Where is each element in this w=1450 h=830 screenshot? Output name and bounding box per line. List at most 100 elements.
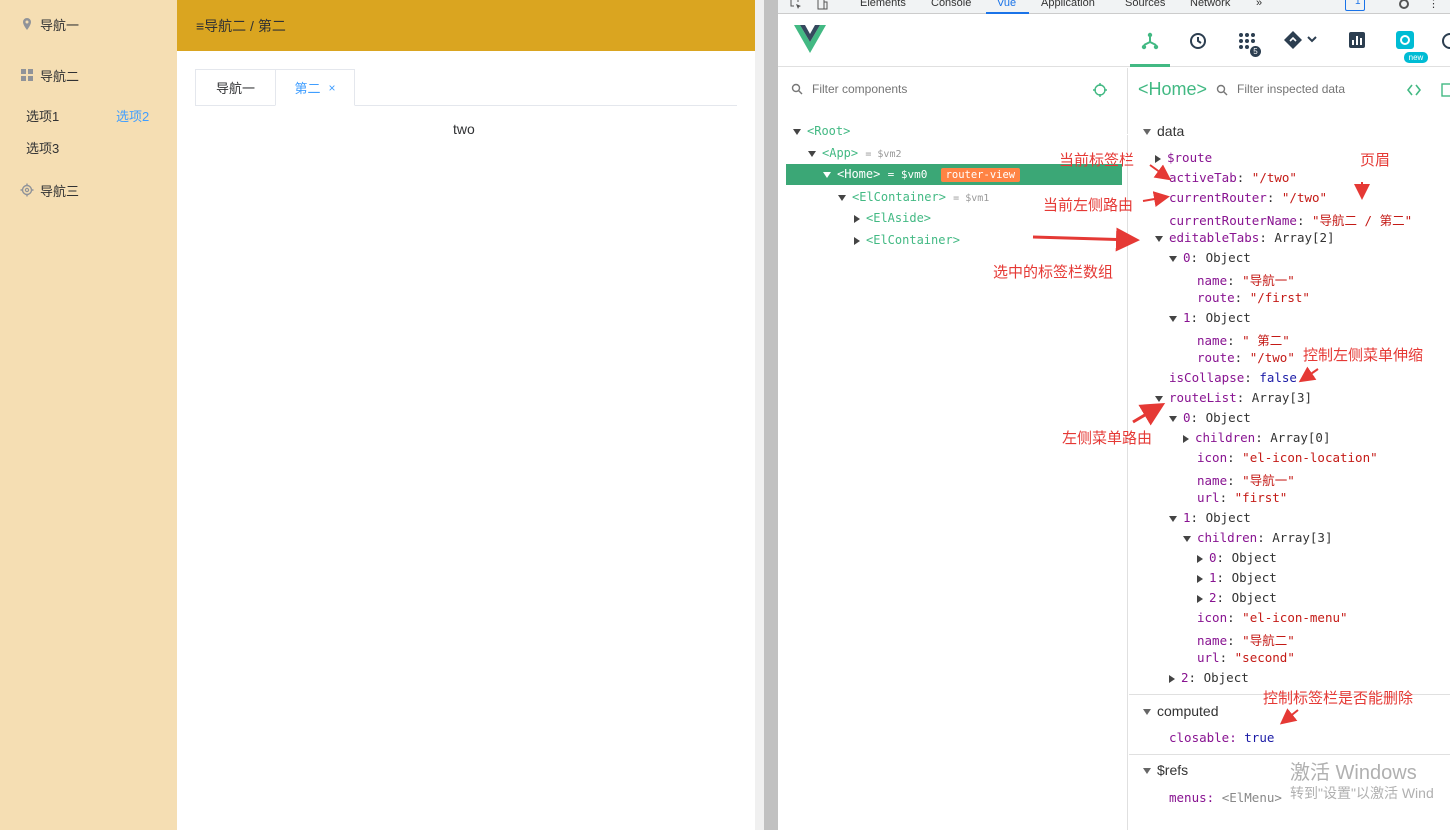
settings-icon[interactable] bbox=[1395, 30, 1415, 50]
property-value: "导航一" bbox=[1242, 273, 1295, 288]
devtools-tab-application[interactable]: Application bbox=[1041, 0, 1095, 9]
data-row[interactable]: 1: Object bbox=[1169, 510, 1251, 525]
submenu-option3[interactable]: 选项3 bbox=[26, 138, 59, 157]
filter-components-input[interactable] bbox=[812, 80, 1072, 98]
devtools-tab-elements[interactable]: Elements bbox=[860, 0, 906, 9]
data-row[interactable]: isCollapse: false bbox=[1169, 370, 1297, 385]
collapsed-caret-icon[interactable] bbox=[1197, 594, 1203, 603]
data-row[interactable]: routeList: Array[3] bbox=[1155, 390, 1312, 405]
submenu-option1[interactable]: 选项1 bbox=[26, 106, 59, 125]
header-breadcrumb[interactable]: ≡导航二 / 第二 bbox=[196, 16, 286, 36]
device-icon[interactable] bbox=[816, 0, 828, 10]
data-row[interactable]: currentRouterName: "导航二 / 第二" bbox=[1169, 210, 1412, 229]
data-row[interactable]: name: "导航一" bbox=[1197, 270, 1295, 289]
expanded-caret-icon[interactable] bbox=[1169, 315, 1177, 322]
section-refs[interactable]: $refs bbox=[1143, 762, 1188, 778]
data-row[interactable]: 1: Object bbox=[1169, 310, 1251, 325]
data-row[interactable]: menus: <ElMenu> bbox=[1169, 790, 1282, 805]
data-row[interactable]: icon: "el-icon-menu" bbox=[1197, 610, 1348, 625]
property-key: name bbox=[1197, 633, 1228, 648]
data-row[interactable]: url: "first" bbox=[1197, 490, 1287, 505]
sidebar-item-nav2[interactable]: 导航二 bbox=[20, 63, 79, 87]
data-row[interactable]: children: Array[3] bbox=[1183, 530, 1333, 545]
scrollbar[interactable] bbox=[764, 0, 778, 830]
tree-node-elaside[interactable]: <ElAside> bbox=[854, 211, 931, 225]
data-row[interactable]: 0: Object bbox=[1197, 550, 1277, 565]
expanded-caret-icon[interactable] bbox=[1155, 235, 1163, 242]
property-key: route bbox=[1197, 350, 1235, 365]
expanded-caret-icon[interactable] bbox=[1169, 255, 1177, 262]
collapsed-caret-icon[interactable] bbox=[1183, 434, 1189, 443]
separator: : bbox=[1259, 230, 1275, 245]
collapsed-caret-icon[interactable] bbox=[1155, 154, 1161, 163]
tree-node-ref: = $vm1 bbox=[953, 193, 990, 204]
routing-icon[interactable] bbox=[1283, 30, 1319, 50]
sidebar-item-nav3[interactable]: 导航三 bbox=[20, 178, 79, 202]
annotation-editable-tabs: 选中的标签栏数组 bbox=[993, 264, 1114, 281]
data-row[interactable]: route: "/two" bbox=[1197, 350, 1295, 365]
data-row[interactable]: 0: Object bbox=[1169, 250, 1251, 265]
sidebar-item-nav1[interactable]: 导航一 bbox=[20, 12, 79, 36]
tree-node-app[interactable]: <App> = $vm2 bbox=[808, 146, 901, 160]
data-row[interactable]: activeTab: "/two" bbox=[1169, 170, 1297, 185]
property-value: "/two" bbox=[1249, 350, 1295, 365]
data-row[interactable]: url: "second" bbox=[1197, 650, 1295, 665]
data-row[interactable]: $route bbox=[1155, 150, 1212, 165]
data-row[interactable]: currentRouter: "/two" bbox=[1169, 190, 1327, 205]
tab-second[interactable]: 第二 × bbox=[275, 69, 355, 106]
data-row[interactable]: closable: true bbox=[1169, 730, 1274, 745]
select-target-icon[interactable] bbox=[1093, 83, 1107, 97]
data-row[interactable]: 0: Object bbox=[1169, 410, 1251, 425]
expanded-caret-icon[interactable] bbox=[1183, 535, 1191, 542]
property-key: url bbox=[1197, 490, 1220, 505]
code-icon[interactable] bbox=[1407, 84, 1421, 96]
tree-node-elcontainer-child[interactable]: <ElContainer> bbox=[854, 233, 960, 247]
performance-icon[interactable] bbox=[1348, 31, 1366, 49]
settings-gear-icon[interactable] bbox=[1398, 0, 1410, 10]
kebab-menu-icon[interactable]: ⋮ bbox=[1428, 0, 1439, 10]
devtools-tab-vue[interactable]: Vue bbox=[997, 0, 1016, 9]
devtools-tab-network[interactable]: Network bbox=[1190, 0, 1230, 9]
property-key: 0 bbox=[1183, 250, 1191, 265]
property-value: "/two" bbox=[1251, 170, 1297, 185]
devtools-tab-sources[interactable]: Sources bbox=[1125, 0, 1165, 9]
separator: : bbox=[1188, 670, 1204, 685]
data-row[interactable]: name: "导航二" bbox=[1197, 630, 1295, 649]
tree-node-label: <ElAside> bbox=[866, 211, 932, 225]
data-row[interactable]: editableTabs: Array[2] bbox=[1155, 230, 1335, 245]
data-row[interactable]: name: "导航一" bbox=[1197, 470, 1295, 489]
tree-node-home[interactable]: <Home> = $vm0 router-view bbox=[823, 167, 1021, 182]
expanded-caret-icon[interactable] bbox=[1155, 395, 1163, 402]
collapsed-caret-icon[interactable] bbox=[1197, 574, 1203, 583]
data-row[interactable]: 2: Object bbox=[1197, 590, 1277, 605]
expanded-caret-icon[interactable] bbox=[1169, 415, 1177, 422]
setting-icon bbox=[20, 183, 34, 197]
more-tabs-icon[interactable]: » bbox=[1256, 0, 1262, 9]
vue-toolbar: 5 new bbox=[778, 15, 1450, 67]
expanded-caret-icon[interactable] bbox=[1169, 515, 1177, 522]
data-row[interactable]: name: " 第二" bbox=[1197, 330, 1290, 349]
tree-node-elcontainer[interactable]: <ElContainer> = $vm1 bbox=[838, 190, 989, 204]
data-row[interactable]: children: Array[0] bbox=[1183, 430, 1331, 445]
collapsed-caret-icon[interactable] bbox=[1197, 554, 1203, 563]
submenu-option2[interactable]: 选项2 bbox=[116, 106, 149, 125]
components-tree-icon[interactable] bbox=[1140, 31, 1160, 51]
refresh-icon[interactable] bbox=[1442, 31, 1450, 51]
history-icon[interactable] bbox=[1188, 31, 1208, 51]
tree-node-root[interactable]: <Root> bbox=[793, 124, 850, 138]
section-data[interactable]: data bbox=[1143, 123, 1184, 139]
inspect-icon[interactable] bbox=[790, 0, 802, 10]
collapsed-caret-icon[interactable] bbox=[1169, 674, 1175, 683]
tab-nav1[interactable]: 导航一 bbox=[195, 69, 276, 106]
data-row[interactable]: route: "/first" bbox=[1197, 290, 1310, 305]
filter-inspected-input[interactable] bbox=[1237, 80, 1397, 98]
data-row[interactable]: 1: Object bbox=[1197, 570, 1277, 585]
data-row[interactable]: 2: Object bbox=[1169, 670, 1249, 685]
messages-badge[interactable]: 1 bbox=[1345, 0, 1365, 11]
tree-node-ref: = $vm0 bbox=[887, 168, 928, 181]
data-row[interactable]: icon: "el-icon-location" bbox=[1197, 450, 1378, 465]
close-icon[interactable]: × bbox=[329, 81, 336, 95]
section-computed[interactable]: computed bbox=[1143, 703, 1218, 719]
edit-icon[interactable] bbox=[1441, 83, 1450, 97]
devtools-tab-console[interactable]: Console bbox=[931, 0, 971, 9]
